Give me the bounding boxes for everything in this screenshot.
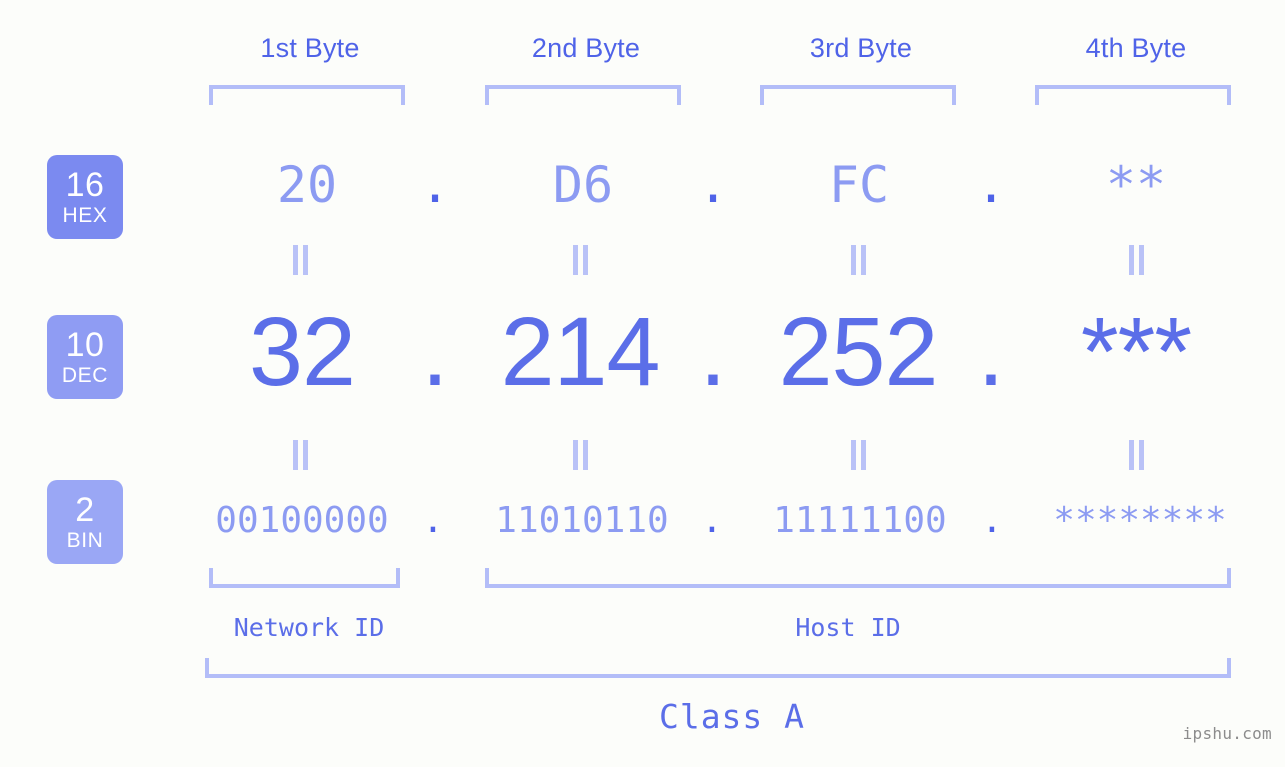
byte-label-1: 1st Byte — [260, 33, 360, 63]
base-badge-dec-number: 10 — [65, 326, 105, 364]
base-badge-bin-abbr: BIN — [66, 529, 104, 552]
dec-byte-2: 214 — [500, 297, 661, 406]
dec-byte-3: 252 — [778, 297, 939, 406]
bin-byte-4: ******** — [1053, 500, 1227, 541]
byte-bracket-1 — [209, 85, 405, 105]
byte-label-3: 3rd Byte — [809, 33, 913, 63]
equals-icon-dec-bin-1 — [289, 440, 311, 470]
ip-address-breakdown-diagram: 1st Byte 2nd Byte 3rd Byte 4th Byte 16 H… — [0, 0, 1285, 767]
network-id-bracket — [209, 568, 400, 588]
bin-byte-1: 00100000 — [215, 500, 389, 541]
host-id-bracket — [485, 568, 1231, 588]
equals-icon-hex-dec-3 — [847, 245, 869, 275]
hex-byte-4: ** — [1105, 156, 1167, 214]
host-id-label: Host ID — [795, 613, 901, 642]
base-badge-dec-abbr: DEC — [61, 364, 109, 387]
byte-bracket-3 — [760, 85, 956, 105]
equals-icon-hex-dec-2 — [569, 245, 591, 275]
dec-byte-1: 32 — [249, 297, 356, 406]
equals-icon-dec-bin-2 — [569, 440, 591, 470]
base-badge-hex: 16 HEX — [47, 155, 123, 239]
watermark: ipshu.com — [1182, 724, 1272, 743]
bin-separator-1: . — [422, 500, 444, 541]
base-badge-bin-number: 2 — [75, 491, 95, 529]
equals-icon-hex-dec-1 — [289, 245, 311, 275]
hex-byte-1: 20 — [276, 156, 338, 214]
network-id-label: Network ID — [233, 613, 385, 642]
byte-bracket-2 — [485, 85, 681, 105]
bin-byte-2: 11010110 — [495, 500, 669, 541]
base-badge-dec: 10 DEC — [47, 315, 123, 399]
hex-byte-3: FC — [828, 156, 890, 214]
class-label: Class A — [658, 697, 806, 736]
equals-icon-hex-dec-4 — [1125, 245, 1147, 275]
byte-label-2: 2nd Byte — [531, 33, 641, 63]
base-badge-bin: 2 BIN — [47, 480, 123, 564]
dec-byte-4: *** — [1080, 297, 1192, 406]
hex-byte-2: D6 — [552, 156, 614, 214]
base-badge-hex-number: 16 — [65, 166, 105, 204]
class-bracket — [205, 658, 1231, 678]
bin-byte-3: 11111100 — [773, 500, 947, 541]
equals-icon-dec-bin-4 — [1125, 440, 1147, 470]
byte-bracket-4 — [1035, 85, 1231, 105]
base-badge-hex-abbr: HEX — [62, 204, 108, 227]
byte-label-4: 4th Byte — [1085, 33, 1187, 63]
equals-icon-dec-bin-3 — [847, 440, 869, 470]
